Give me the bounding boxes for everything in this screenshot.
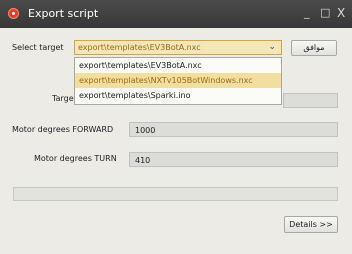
details-button[interactable]: Details >> [284,216,338,233]
app-record-icon [8,8,19,19]
select-target-label: Select target [12,43,64,52]
chevron-down-icon[interactable]: ⌄ [268,41,276,54]
maximize-button[interactable]: □ [320,7,330,19]
progress-bar [13,187,338,201]
target-dropdown-list[interactable]: export\templates\EV3BotA.nxc export\temp… [74,57,282,105]
close-button[interactable]: X [337,7,345,19]
motor-forward-input[interactable]: 1000 [129,122,338,137]
motor-turn-input[interactable]: 410 [129,152,338,167]
confirm-button[interactable]: موافق [291,40,337,56]
title-bar: Export script _ □ X [0,0,352,28]
dropdown-option-highlighted[interactable]: export\templates\NXTv105BotWindows.nxc [75,73,281,88]
window-title: Export script [28,7,99,20]
target-select[interactable]: export\templates\EV3BotA.nxc ⌄ [74,40,282,55]
dropdown-option[interactable]: export\templates\Sparki.ino [75,88,281,103]
target-field[interactable] [283,93,338,108]
motor-forward-label: Motor degrees FORWARD [12,125,114,134]
minimize-button[interactable]: _ [304,7,310,19]
target-label: Targe [52,94,74,103]
dropdown-option[interactable]: export\templates\EV3BotA.nxc [75,58,281,73]
target-select-value: export\templates\EV3BotA.nxc [78,43,201,52]
motor-turn-label: Motor degrees TURN [34,154,117,163]
